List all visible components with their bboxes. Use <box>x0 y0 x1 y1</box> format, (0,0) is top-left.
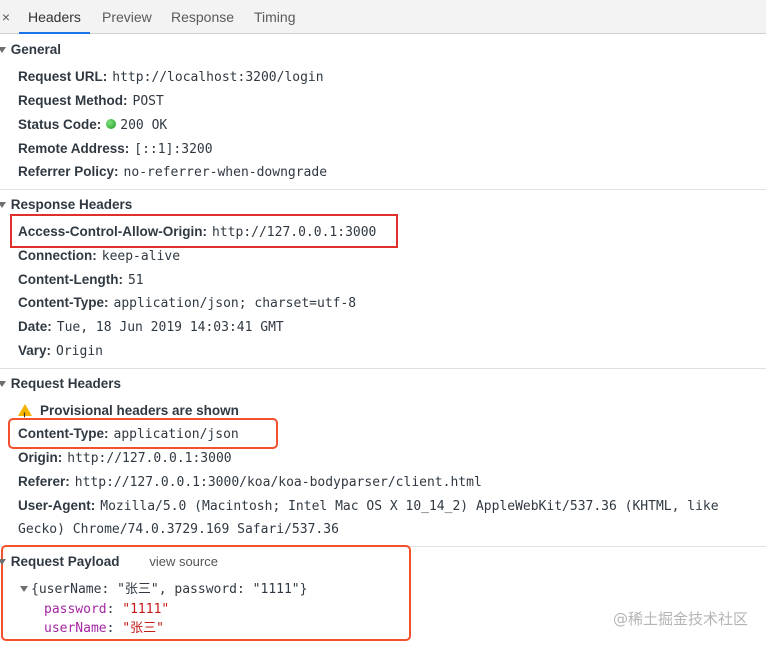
header-value: http://127.0.0.1:3000/koa/koa-bodyparser… <box>74 475 482 490</box>
header-key: Status Code: <box>18 117 102 132</box>
expand-triangle-icon[interactable] <box>20 585 28 592</box>
header-key: Referrer Policy: <box>18 164 119 179</box>
header-value: application/json <box>113 427 239 442</box>
payload-summary[interactable]: {userName: "张三", password: "1111"} <box>20 580 307 600</box>
status-ok-icon <box>106 119 117 130</box>
header-key: Request Method: <box>18 93 128 108</box>
devtools-network-headers-panel: × Headers Preview Response Timing Genera… <box>0 0 766 647</box>
header-key: Remote Address: <box>18 141 130 156</box>
header-key: Content-Type: <box>18 426 109 441</box>
header-key: Connection: <box>18 248 97 263</box>
header-value: Gecko) Chrome/74.0.3729.169 Safari/537.3… <box>18 522 339 537</box>
section-request-headers-header[interactable]: Request Headers <box>0 373 121 395</box>
payload-key: password <box>44 602 107 617</box>
general-status-code: Status Code: 200 OK <box>18 114 167 136</box>
header-value: http://127.0.0.1:3000 <box>212 225 377 240</box>
header-value: no-referrer-when-downgrade <box>123 165 328 180</box>
header-value: keep-alive <box>101 249 181 264</box>
payload-summary-text: {userName: "张三", password: "1111"} <box>31 582 308 597</box>
header-key: Request URL: <box>18 69 108 84</box>
request-header-content-type: Content-Type: application/json <box>18 423 239 445</box>
header-key: Referer: <box>18 474 70 489</box>
payload-field-password: password: "1111" <box>44 602 170 617</box>
response-header-date: Date: Tue, 18 Jun 2019 14:03:41 GMT <box>18 316 284 338</box>
collapse-triangle-icon <box>0 380 6 387</box>
payload-value: "张三" <box>122 621 164 636</box>
response-header-vary: Vary: Origin <box>18 340 103 362</box>
response-header-content-length: Content-Length: 51 <box>18 269 144 291</box>
tab-preview[interactable]: Preview <box>102 0 152 33</box>
section-request-payload-header[interactable]: Request Payload view source <box>0 551 218 573</box>
request-header-user-agent: User-Agent: Mozilla/5.0 (Macintosh; Intel… <box>18 495 719 517</box>
response-header-allow-origin: Access-Control-Allow-Origin: http://127.0… <box>18 221 376 243</box>
general-referrer-policy: Referrer Policy: no-referrer-when-downgra… <box>18 161 327 183</box>
section-title: General <box>10 42 62 57</box>
payload-field-username: userName: "张三" <box>44 621 164 636</box>
section-title: Response Headers <box>10 197 133 212</box>
header-value: Origin <box>56 344 103 359</box>
section-title: Request Headers <box>10 376 122 391</box>
header-value: 51 <box>127 273 144 288</box>
collapse-triangle-icon <box>0 46 6 53</box>
collapse-triangle-icon <box>0 201 6 208</box>
warning-icon <box>18 403 32 427</box>
header-value: http://127.0.0.1:3000 <box>67 451 232 466</box>
payload-key: userName <box>44 621 107 636</box>
tab-headers[interactable]: Headers <box>19 0 90 34</box>
request-header-referer: Referer: http://127.0.0.1:3000/koa/koa-bo… <box>18 471 482 493</box>
tab-bar: × Headers Preview Response Timing <box>0 0 766 34</box>
divider <box>0 189 766 190</box>
divider <box>0 368 766 369</box>
watermark: @稀土掘金技术社区 <box>612 610 748 628</box>
tab-timing[interactable]: Timing <box>254 0 296 33</box>
section-response-headers-header[interactable]: Response Headers <box>0 194 132 216</box>
close-icon[interactable]: × <box>0 9 12 25</box>
response-header-content-type: Content-Type: application/json; charset=u… <box>18 292 356 314</box>
header-key: Date: <box>18 319 52 334</box>
section-title: Request Payload <box>10 554 120 569</box>
header-key: Origin: <box>18 450 63 465</box>
header-value: POST <box>132 94 164 109</box>
view-source-link[interactable]: view source <box>149 554 218 569</box>
general-request-url: Request URL: http://localhost:3200/login <box>18 66 324 88</box>
general-request-method: Request Method: POST <box>18 90 164 112</box>
header-value: application/json; charset=utf-8 <box>113 296 357 311</box>
header-value: http://localhost:3200/login <box>112 70 324 85</box>
header-key: Vary: <box>18 343 52 358</box>
section-general-header[interactable]: General <box>0 39 61 61</box>
header-value: Tue, 18 Jun 2019 14:03:41 GMT <box>56 320 284 335</box>
tab-response[interactable]: Response <box>171 0 234 33</box>
general-remote-address: Remote Address: [::1]:3200 <box>18 138 213 160</box>
header-key: User-Agent: <box>18 498 96 513</box>
response-header-connection: Connection: keep-alive <box>18 245 180 267</box>
header-key: Access-Control-Allow-Origin: <box>18 224 208 239</box>
request-header-origin: Origin: http://127.0.0.1:3000 <box>18 447 232 469</box>
warning-text: Provisional headers are shown <box>40 403 239 418</box>
header-value: [::1]:3200 <box>134 142 213 157</box>
request-header-user-agent-continued: Gecko) Chrome/74.0.3729.169 Safari/537.3… <box>18 518 339 540</box>
collapse-triangle-icon <box>0 558 6 565</box>
payload-value: "1111" <box>122 602 170 617</box>
header-key: Content-Type: <box>18 295 109 310</box>
header-value: 200 OK <box>120 118 168 133</box>
header-key: Content-Length: <box>18 272 123 287</box>
header-value: Mozilla/5.0 (Macintosh; Intel Mac OS X 1… <box>100 499 719 514</box>
